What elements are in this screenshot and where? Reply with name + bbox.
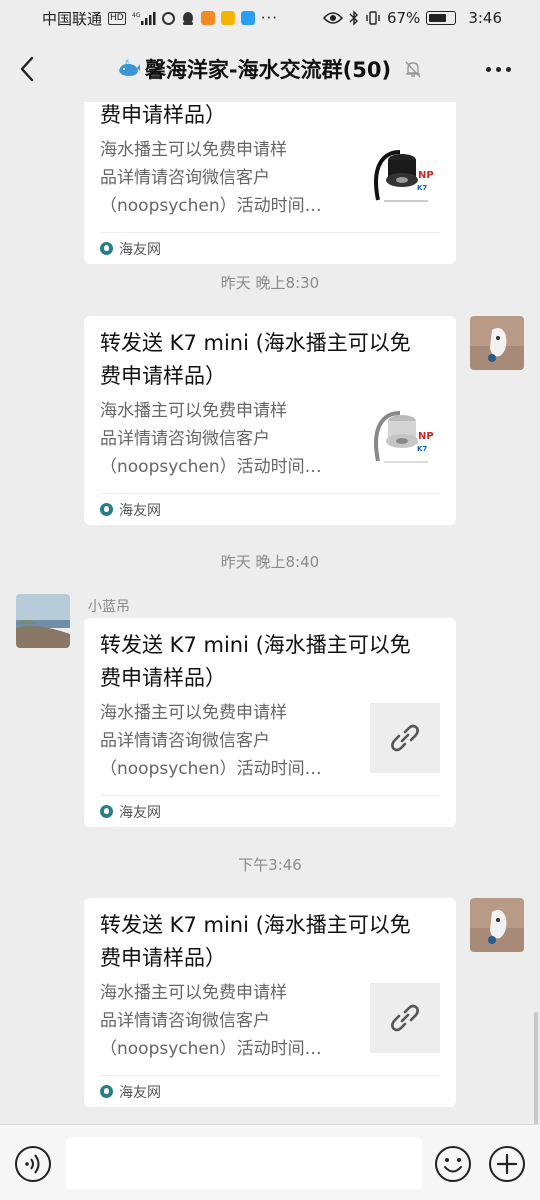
video-app-icon (200, 11, 215, 25)
card-description: 海水播主可以免费申请样 品详情请咨询微信客户 （noopsychen）活动时间… (100, 401, 322, 477)
back-arrow-icon[interactable] (14, 52, 42, 86)
svg-text:NP: NP (418, 170, 434, 181)
more-options-icon[interactable] (486, 60, 518, 78)
scrollbar[interactable] (534, 1012, 538, 1124)
card-title: 转发送 K7 mini (海水播主可以免 费申请样品） (100, 633, 411, 690)
source-logo-icon (100, 242, 113, 255)
browser-app-icon (240, 11, 255, 25)
link-placeholder (370, 703, 440, 773)
battery-icon (426, 11, 457, 25)
source-logo-icon (100, 503, 113, 516)
eye-icon (322, 12, 343, 24)
qq-icon (182, 11, 193, 25)
link-card-message[interactable]: 转发送 K7 mini (海水播主可以免 费申请样品） 海水播主可以免费申请样 … (84, 898, 456, 1107)
card-description: 海水播主可以免费申请样 品详情请咨询微信客户 （noopsychen）活动时间… (100, 983, 322, 1059)
card-title: 转发送 K7 mini (海水播主可以免 费申请样品） (100, 913, 411, 970)
timestamp: 昨天 晚上8:40 (220, 553, 320, 571)
card-description: 海水播主可以免费申请样 品详情请咨询微信客户 （noopsychen）活动时间… (100, 703, 322, 779)
avatar[interactable] (470, 898, 524, 952)
link-card-message[interactable]: 费申请样品） 海水播主可以免费申请样 品详情请咨询微信客户 （noopsyche… (84, 102, 456, 264)
mute-bell-icon (405, 61, 421, 78)
svg-text:4G: 4G (132, 12, 141, 19)
chat-title-text: 馨海洋家-海水交流群(50) (144, 58, 392, 82)
svg-text:K7: K7 (417, 445, 427, 453)
voice-input-icon[interactable] (14, 1145, 52, 1183)
mall-app-icon (220, 11, 235, 25)
chat-header: 馨海洋家-海水交流群(50) (0, 36, 540, 102)
link-placeholder (370, 983, 440, 1053)
avatar[interactable] (16, 594, 70, 648)
timestamp: 下午3:46 (238, 856, 302, 874)
message-list[interactable]: 费申请样品） 海水播主可以免费申请样 品详情请咨询微信客户 （noopsyche… (0, 102, 540, 1124)
avatar[interactable] (470, 316, 524, 370)
sender-name: 小蓝吊 (88, 599, 130, 615)
loading-ring-icon (161, 11, 175, 25)
whale-icon (118, 59, 140, 76)
carrier-label: 中国联通 (42, 9, 103, 28)
signal-icon: 4G (132, 12, 156, 25)
card-title: 费申请样品） (100, 103, 226, 127)
plus-icon[interactable] (488, 1145, 526, 1183)
pump-product-image-dark: NP K7 (370, 140, 440, 210)
pump-product-image-light: NP K7 (370, 401, 440, 471)
link-card-message[interactable]: 转发送 K7 mini (海水播主可以免 费申请样品） 海水播主可以免费申请样 … (84, 618, 456, 827)
card-title: 转发送 K7 mini (海水播主可以免 费申请样品） (100, 331, 411, 388)
source-logo-icon (100, 1085, 113, 1098)
more-notifications-icon: ··· (260, 9, 279, 27)
clock: 3:46 (468, 9, 502, 27)
card-source: 海友网 (100, 795, 440, 827)
link-icon (391, 724, 419, 752)
timestamp: 昨天 晚上8:30 (220, 274, 320, 292)
source-logo-icon (100, 805, 113, 818)
chat-title[interactable]: 馨海洋家-海水交流群(50) (117, 54, 423, 84)
battery-percent: 67% (386, 9, 421, 27)
hd-icon: HD (108, 11, 126, 25)
bluetooth-icon (349, 10, 358, 26)
svg-text:NP: NP (418, 431, 434, 442)
emoji-icon[interactable] (434, 1145, 472, 1183)
status-bar: 中国联通 HD 4G ··· 67% 3:46 (0, 0, 540, 36)
card-source: 海友网 (100, 232, 440, 264)
card-source: 海友网 (100, 1075, 440, 1107)
link-card-message[interactable]: 转发送 K7 mini (海水播主可以免 费申请样品） 海水播主可以免费申请样 … (84, 316, 456, 525)
svg-text:K7: K7 (417, 184, 427, 192)
message-input-bar (0, 1124, 540, 1200)
link-icon (391, 1004, 419, 1032)
vibrate-icon (366, 11, 380, 25)
card-source: 海友网 (100, 493, 440, 525)
card-description: 海水播主可以免费申请样 品详情请咨询微信客户 （noopsychen）活动时间… (100, 140, 322, 216)
message-input[interactable] (66, 1137, 422, 1189)
